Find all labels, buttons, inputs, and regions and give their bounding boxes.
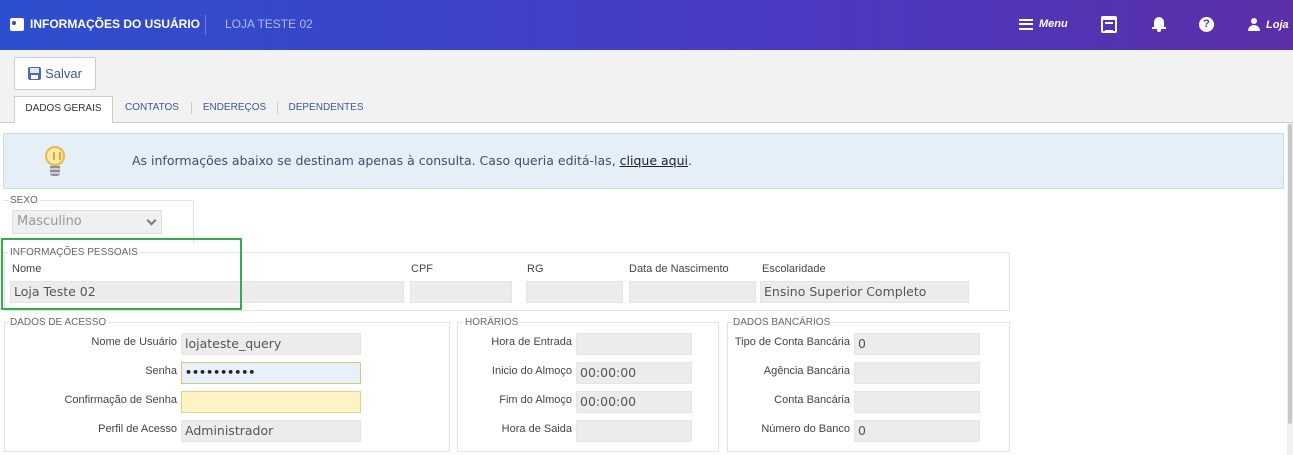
tab-dados-gerais[interactable]: DADOS GERAIS xyxy=(14,96,113,124)
calendar-icon[interactable] xyxy=(1101,16,1117,33)
info-message: As informações abaixo se destinam apenas… xyxy=(132,153,692,168)
lightbulb-icon xyxy=(44,146,66,178)
tipo-conta-label: Tipo de Conta Bancária xyxy=(734,336,850,348)
cpf-field[interactable] xyxy=(410,281,512,303)
nascimento-label: Data de Nascimento xyxy=(629,263,729,275)
edit-link[interactable]: clique aqui xyxy=(620,153,688,168)
user-label: Loja xyxy=(1266,18,1289,31)
page-title: INFORMAÇÕES DO USUÁRIO xyxy=(30,17,201,31)
bancarios-legend: DADOS BANCÁRIOS xyxy=(731,317,833,328)
acesso-legend: DADOS DE ACESSO xyxy=(8,317,109,328)
tab-bar: DADOS GERAIS CONTATOS ENDEREÇOS DEPENDEN… xyxy=(0,96,1293,124)
fim-almoco-field[interactable]: 00:00:00 xyxy=(576,391,692,413)
confirmacao-field[interactable] xyxy=(181,391,361,413)
cpf-label: CPF xyxy=(411,263,433,275)
usuario-field[interactable]: lojateste_query xyxy=(181,333,361,355)
header-divider xyxy=(205,15,206,35)
sexo-value: Masculino xyxy=(17,214,82,229)
rg-field[interactable] xyxy=(526,281,623,303)
bell-icon[interactable] xyxy=(1152,16,1166,32)
menu-label: Menu xyxy=(1039,18,1068,30)
app-title: INFORMAÇÕES DO USUÁRIO xyxy=(10,17,200,31)
nascimento-field[interactable] xyxy=(629,281,756,303)
tipo-conta-field[interactable]: 0 xyxy=(854,333,980,355)
perfil-label: Perfil de Acesso xyxy=(98,423,177,435)
chevron-down-icon xyxy=(146,215,157,226)
entrada-field[interactable] xyxy=(576,333,692,355)
help-icon[interactable]: ? xyxy=(1199,17,1214,32)
tab-contatos[interactable]: CONTATOS xyxy=(113,96,191,123)
numero-banco-label: Número do Banco xyxy=(761,423,850,435)
horarios-legend: HORÁRIOS xyxy=(463,317,521,328)
conta-label: Conta Bancária xyxy=(774,394,850,406)
rg-label: RG xyxy=(527,263,544,275)
escolaridade-label: Escolaridade xyxy=(762,263,826,275)
numero-banco-field[interactable]: 0 xyxy=(854,420,980,442)
save-label: Salvar xyxy=(45,66,82,81)
escolaridade-field[interactable]: Ensino Superior Completo xyxy=(760,281,969,303)
perfil-field[interactable]: Administrador xyxy=(181,420,361,442)
info-text: As informações abaixo se destinam apenas… xyxy=(132,153,620,168)
senha-label: Senha xyxy=(145,365,177,377)
confirmacao-label: Confirmação de Senha xyxy=(64,394,177,406)
menu-button[interactable]: Menu xyxy=(1019,18,1068,30)
inicio-almoco-field[interactable]: 00:00:00 xyxy=(576,362,692,384)
senha-field[interactable]: •••••••••• xyxy=(181,362,361,384)
inicio-almoco-label: Inicio do Almoço xyxy=(491,365,572,377)
tab-enderecos[interactable]: ENDEREÇOS xyxy=(192,96,277,123)
usuario-label: Nome de Usuário xyxy=(91,336,177,348)
highlight-box xyxy=(1,238,242,310)
info-end: . xyxy=(687,153,692,168)
hamburger-icon xyxy=(1019,18,1033,30)
conta-field[interactable] xyxy=(854,391,980,413)
user-icon xyxy=(1248,18,1260,31)
save-button[interactable]: Salvar xyxy=(14,57,96,90)
tab-dependentes[interactable]: DEPENDENTES xyxy=(278,96,374,123)
sexo-legend: SEXO xyxy=(8,195,40,206)
agencia-field[interactable] xyxy=(854,362,980,384)
fim-almoco-label: Fim do Almoço xyxy=(499,394,572,406)
saida-label: Hora de Saida xyxy=(501,423,572,435)
scrollbar-thumb[interactable] xyxy=(1288,124,1292,424)
saida-field[interactable] xyxy=(576,420,692,442)
store-name[interactable]: LOJA TESTE 02 xyxy=(225,17,313,31)
agencia-label: Agência Bancária xyxy=(763,365,850,377)
user-menu-button[interactable]: Loja xyxy=(1248,18,1289,31)
floppy-disk-icon xyxy=(28,67,42,80)
sexo-select[interactable]: Masculino xyxy=(12,210,162,234)
top-bar: INFORMAÇÕES DO USUÁRIO LOJA TESTE 02 Men… xyxy=(0,0,1293,50)
id-card-icon xyxy=(10,17,24,31)
entrada-label: Hora de Entrada xyxy=(491,336,572,348)
